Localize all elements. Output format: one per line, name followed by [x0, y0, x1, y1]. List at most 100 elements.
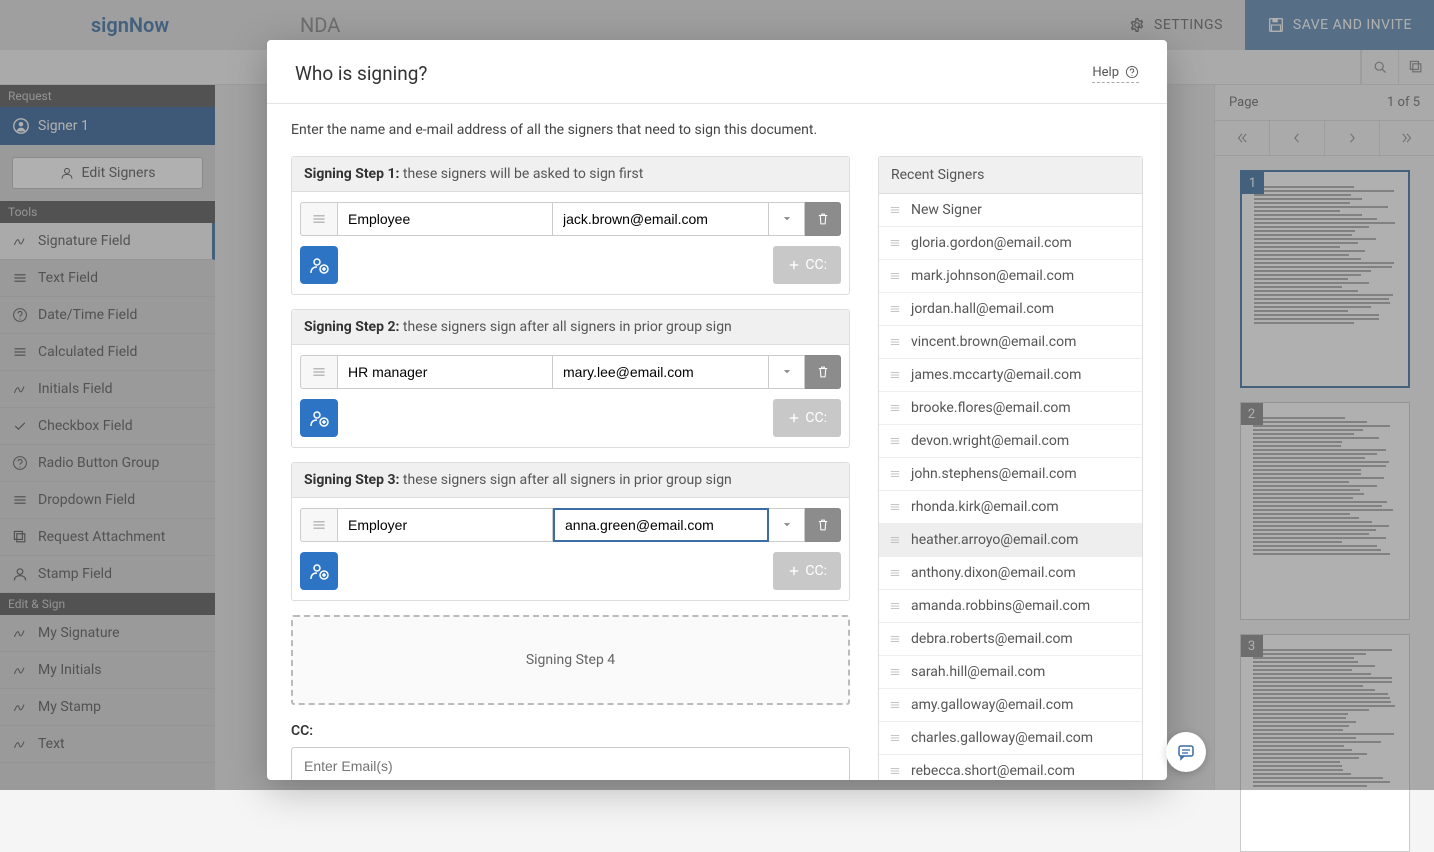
chat-fab[interactable] [1166, 732, 1206, 772]
drag-handle[interactable] [300, 508, 338, 542]
signer-name-input[interactable] [338, 202, 553, 236]
recent-email: amanda.robbins@email.com [911, 598, 1090, 614]
add-signer-button[interactable] [300, 399, 338, 437]
recent-email: jordan.hall@email.com [911, 301, 1054, 317]
grip-icon [311, 517, 327, 533]
modal-overlay: Who is signing? Help Enter the name and … [0, 0, 1434, 790]
grip-icon [889, 303, 901, 315]
cc-btn-label: CC: [805, 410, 827, 426]
recent-signer-item[interactable]: gloria.gordon@email.com [879, 227, 1142, 260]
recent-signer-item[interactable]: jordan.hall@email.com [879, 293, 1142, 326]
add-cc-button[interactable]: CC: [773, 399, 841, 437]
new-signer-item[interactable]: New Signer [879, 194, 1142, 227]
add-signing-step[interactable]: Signing Step 4 [291, 615, 850, 705]
grip-icon [889, 402, 901, 414]
grip-icon [889, 534, 901, 546]
help-icon [1125, 65, 1139, 79]
new-signer-label: New Signer [911, 202, 982, 218]
recent-email: devon.wright@email.com [911, 433, 1069, 449]
plus-icon [787, 258, 801, 272]
grip-icon [889, 270, 901, 282]
grip-icon [889, 336, 901, 348]
delete-signer-button[interactable] [805, 508, 841, 542]
grip-icon [889, 435, 901, 447]
help-link[interactable]: Help [1092, 65, 1139, 83]
add-cc-button[interactable]: CC: [773, 246, 841, 284]
signer-options-dropdown[interactable] [769, 508, 805, 542]
recent-email: heather.arroyo@email.com [911, 532, 1078, 548]
delete-signer-button[interactable] [805, 202, 841, 236]
step-header: Signing Step 3: these signers sign after… [292, 463, 849, 498]
placeholder-label: Signing Step 4 [526, 652, 615, 668]
recent-signer-item[interactable]: brooke.flores@email.com [879, 392, 1142, 425]
recent-signers-header: Recent Signers [879, 157, 1142, 194]
grip-icon [889, 732, 901, 744]
recent-signer-item[interactable]: anthony.dixon@email.com [879, 557, 1142, 590]
grip-icon [889, 501, 901, 513]
recent-signer-item[interactable]: mark.johnson@email.com [879, 260, 1142, 293]
recent-email: rebecca.short@email.com [911, 763, 1075, 779]
recent-signer-item[interactable]: charles.galloway@email.com [879, 722, 1142, 755]
recent-email: vincent.brown@email.com [911, 334, 1076, 350]
cc-input[interactable] [291, 747, 850, 780]
recent-signer-item[interactable]: debra.roberts@email.com [879, 623, 1142, 656]
recent-signer-item[interactable]: rhonda.kirk@email.com [879, 491, 1142, 524]
grip-icon [311, 211, 327, 227]
caret-down-icon [782, 367, 792, 377]
recent-signer-item[interactable]: amanda.robbins@email.com [879, 590, 1142, 623]
add-signer-button[interactable] [300, 552, 338, 590]
signer-email-input[interactable] [553, 508, 769, 542]
add-cc-button[interactable]: CC: [773, 552, 841, 590]
add-person-icon [309, 255, 329, 275]
caret-down-icon [782, 520, 792, 530]
signer-options-dropdown[interactable] [769, 355, 805, 389]
step-header: Signing Step 1: these signers will be as… [292, 157, 849, 192]
grip-icon [889, 666, 901, 678]
modal-subtitle: Enter the name and e-mail address of all… [291, 122, 1143, 138]
signer-email-input[interactable] [553, 355, 769, 389]
signing-step-card: Signing Step 2: these signers sign after… [291, 309, 850, 448]
grip-icon [889, 567, 901, 579]
add-signer-button[interactable] [300, 246, 338, 284]
recent-signer-item[interactable]: heather.arroyo@email.com [879, 524, 1142, 557]
recent-email: amy.galloway@email.com [911, 697, 1073, 713]
chat-icon [1176, 742, 1196, 762]
recent-email: mark.johnson@email.com [911, 268, 1074, 284]
help-label: Help [1092, 65, 1119, 80]
signer-email-input[interactable] [553, 202, 769, 236]
delete-signer-button[interactable] [805, 355, 841, 389]
grip-icon [889, 468, 901, 480]
trash-icon [816, 518, 830, 532]
caret-down-icon [782, 214, 792, 224]
trash-icon [816, 365, 830, 379]
recent-signer-item[interactable]: amy.galloway@email.com [879, 689, 1142, 722]
recent-email: gloria.gordon@email.com [911, 235, 1072, 251]
add-person-icon [309, 408, 329, 428]
cc-label: CC: [291, 723, 850, 739]
recent-signer-item[interactable]: john.stephens@email.com [879, 458, 1142, 491]
drag-handle[interactable] [300, 355, 338, 389]
signing-modal: Who is signing? Help Enter the name and … [267, 40, 1167, 780]
recent-signer-item[interactable]: vincent.brown@email.com [879, 326, 1142, 359]
grip-icon [889, 633, 901, 645]
recent-email: sarah.hill@email.com [911, 664, 1045, 680]
cc-btn-label: CC: [805, 257, 827, 273]
signer-name-input[interactable] [338, 355, 553, 389]
signer-options-dropdown[interactable] [769, 202, 805, 236]
recent-email: john.stephens@email.com [911, 466, 1077, 482]
recent-signer-item[interactable]: sarah.hill@email.com [879, 656, 1142, 689]
drag-handle[interactable] [300, 202, 338, 236]
recent-signer-item[interactable]: rebecca.short@email.com [879, 755, 1142, 780]
grip-icon [889, 765, 901, 777]
add-person-icon [309, 561, 329, 581]
recent-signer-item[interactable]: devon.wright@email.com [879, 425, 1142, 458]
recent-email: rhonda.kirk@email.com [911, 499, 1059, 515]
plus-icon [787, 411, 801, 425]
signing-step-card: Signing Step 3: these signers sign after… [291, 462, 850, 601]
grip-icon [889, 369, 901, 381]
recent-email: james.mccarty@email.com [911, 367, 1081, 383]
recent-signer-item[interactable]: james.mccarty@email.com [879, 359, 1142, 392]
modal-title: Who is signing? [295, 62, 427, 85]
signer-name-input[interactable] [338, 508, 553, 542]
cc-btn-label: CC: [805, 563, 827, 579]
